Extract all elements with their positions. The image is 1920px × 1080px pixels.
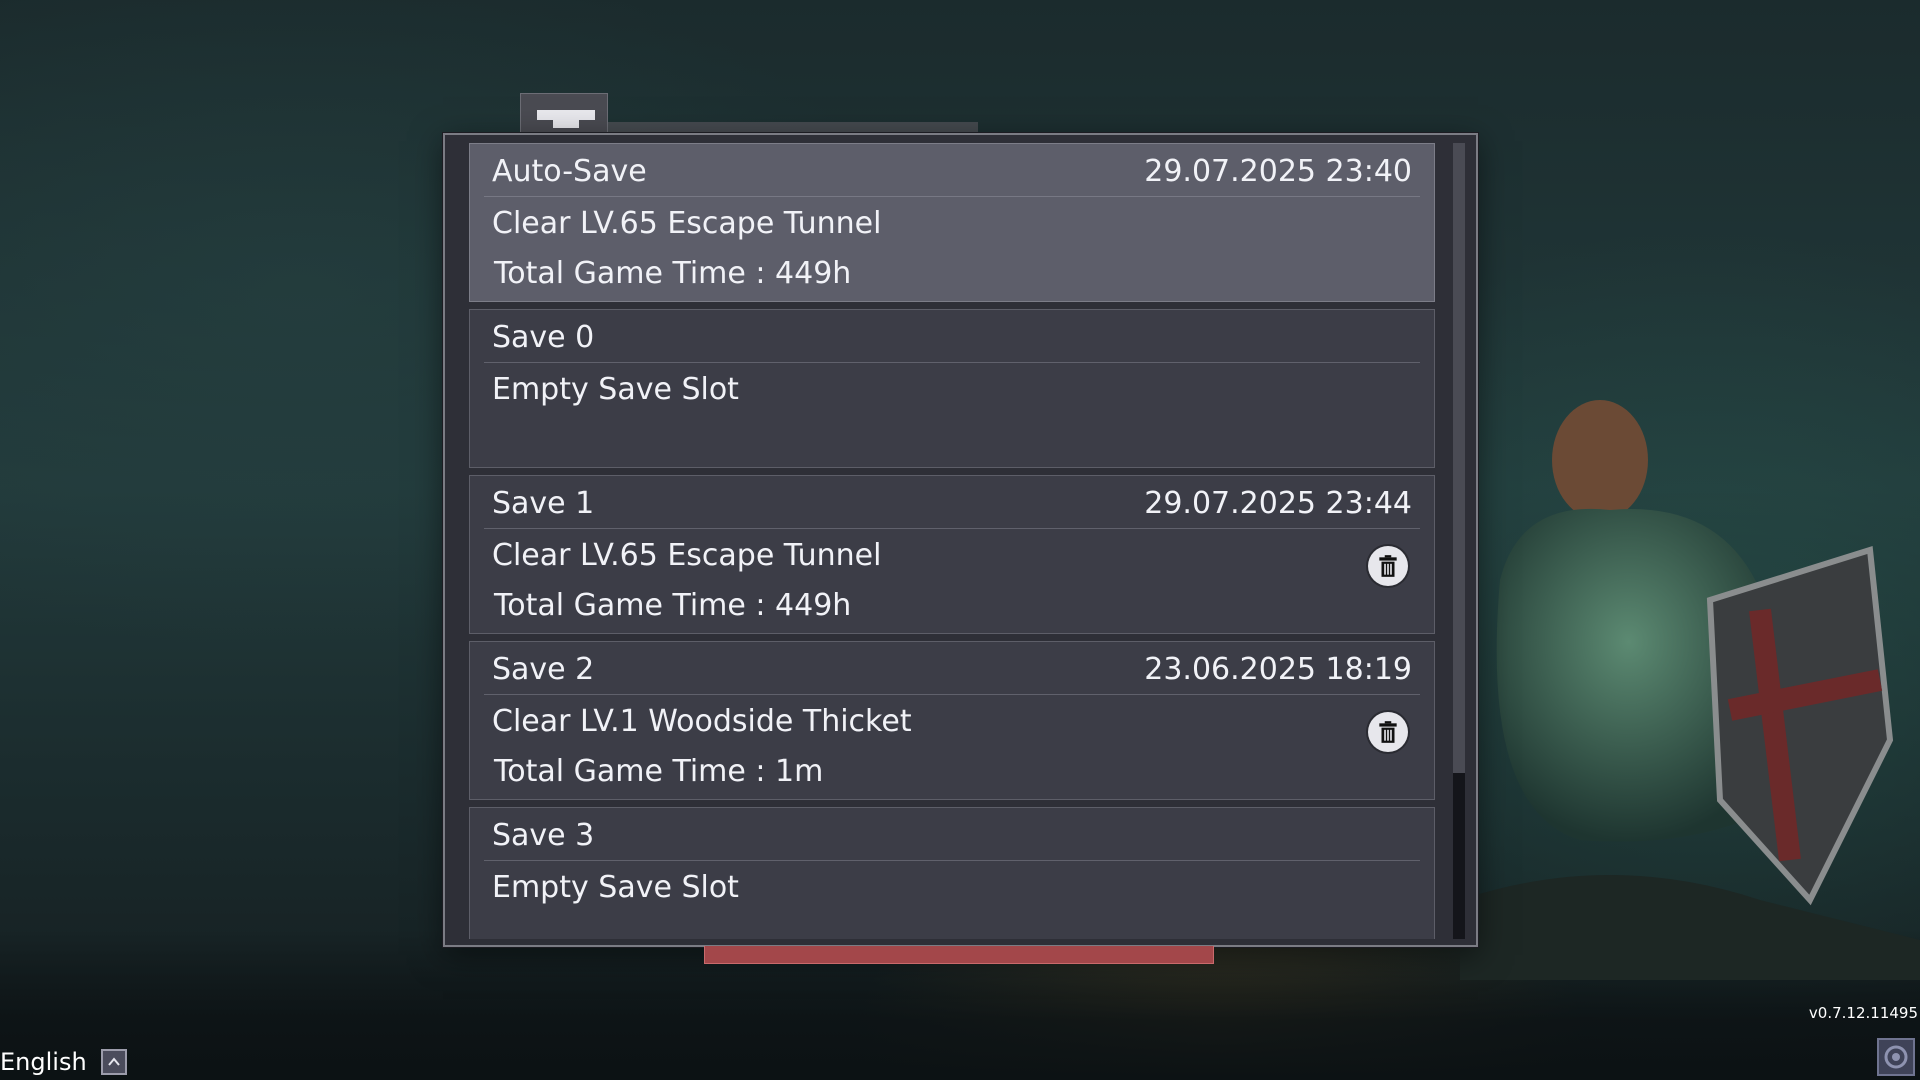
delete-save-button[interactable]: [1368, 546, 1408, 586]
save-slot-2[interactable]: Save 2 23.06.2025 18:19 Clear LV.1 Woods…: [469, 641, 1435, 800]
language-label: English: [0, 1048, 87, 1076]
slot-date: 29.07.2025 23:44: [1144, 486, 1412, 521]
slot-header: Save 0: [484, 310, 1420, 363]
trash-icon: [1379, 555, 1397, 577]
trash-icon: [1379, 721, 1397, 743]
slot-name: Save 3: [492, 818, 595, 853]
slot-name: Auto-Save: [492, 154, 647, 189]
slot-stage: Clear LV.65 Escape Tunnel: [492, 538, 882, 573]
slot-game-time: Total Game Time : 1m: [494, 754, 824, 789]
version-label: v0.7.12.11495: [1808, 1004, 1918, 1022]
slot-game-time: Total Game Time : 449h: [494, 588, 852, 623]
slot-header: Auto-Save 29.07.2025 23:40: [484, 144, 1420, 197]
slot-stage: Clear LV.65 Escape Tunnel: [492, 206, 882, 241]
chevron-up-icon[interactable]: [100, 1049, 127, 1075]
slot-header: Save 1 29.07.2025 23:44: [484, 476, 1420, 529]
language-selector[interactable]: English: [0, 1046, 127, 1078]
slot-name: Save 0: [492, 320, 595, 355]
slot-stage: Empty Save Slot: [492, 372, 739, 407]
settings-button[interactable]: [1877, 1038, 1915, 1076]
save-slot-auto[interactable]: Auto-Save 29.07.2025 23:40 Clear LV.65 E…: [469, 143, 1435, 302]
slot-name: Save 2: [492, 652, 595, 687]
slot-date: 23.06.2025 18:19: [1144, 652, 1412, 687]
scrollbar-thumb[interactable]: [1453, 143, 1465, 773]
delete-save-button[interactable]: [1368, 712, 1408, 752]
save-slot-1[interactable]: Save 1 29.07.2025 23:44 Clear LV.65 Esca…: [469, 475, 1435, 634]
slot-stage: Clear LV.1 Woodside Thicket: [492, 704, 912, 739]
knight-artwork: [1460, 400, 1920, 980]
save-slot-list[interactable]: Auto-Save 29.07.2025 23:40 Clear LV.65 E…: [469, 143, 1435, 939]
slot-header: Save 2 23.06.2025 18:19: [484, 642, 1420, 695]
scrollbar[interactable]: [1453, 143, 1465, 939]
slot-stage: Empty Save Slot: [492, 870, 739, 905]
save-slot-3[interactable]: Save 3 Empty Save Slot: [469, 807, 1435, 939]
slot-header: Save 3: [484, 808, 1420, 861]
slot-name: Save 1: [492, 486, 595, 521]
bars-icon: [537, 110, 595, 120]
save-tab[interactable]: [520, 93, 608, 133]
settings-icon: [1884, 1045, 1908, 1069]
confirm-button[interactable]: [704, 946, 1214, 964]
slot-date: 29.07.2025 23:40: [1144, 154, 1412, 189]
save-slot-0[interactable]: Save 0 Empty Save Slot: [469, 309, 1435, 468]
save-slot-panel: Auto-Save 29.07.2025 23:40 Clear LV.65 E…: [443, 133, 1478, 947]
slot-game-time: Total Game Time : 449h: [494, 256, 852, 291]
